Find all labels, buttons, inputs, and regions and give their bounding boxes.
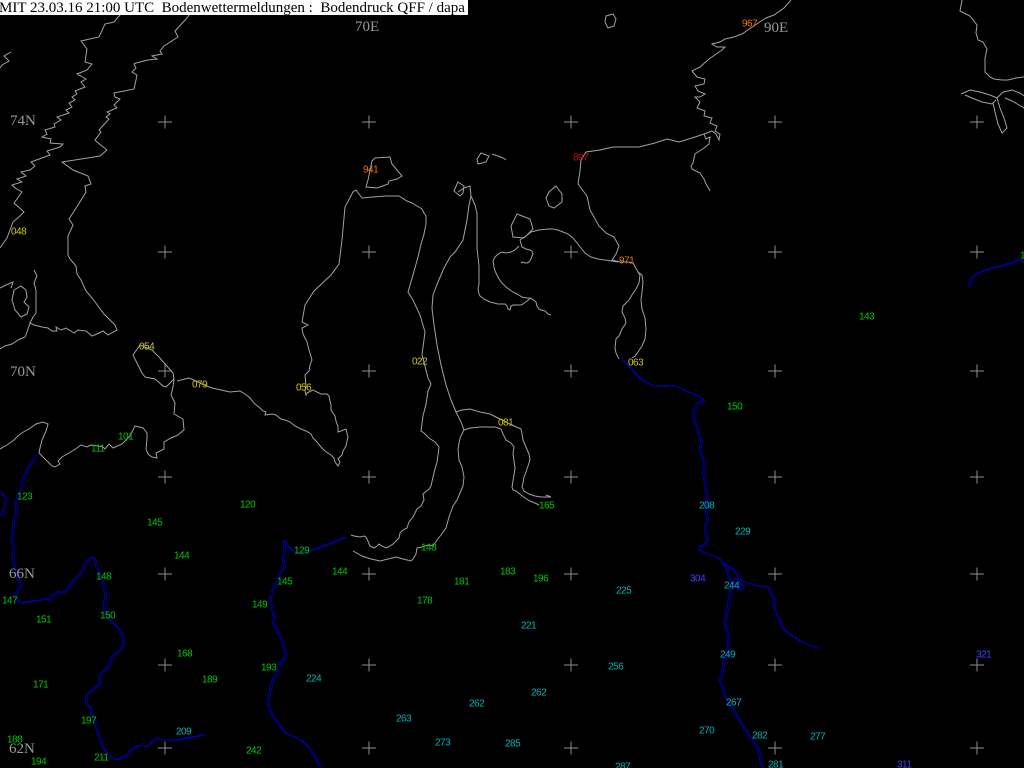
svg-text:281: 281 — [768, 760, 784, 768]
svg-text:304: 304 — [690, 574, 706, 585]
svg-text:90E: 90E — [764, 20, 788, 36]
svg-text:66N: 66N — [9, 566, 35, 582]
svg-text:147: 147 — [2, 596, 18, 607]
svg-text:144: 144 — [332, 567, 348, 578]
svg-text:287: 287 — [615, 762, 631, 768]
svg-text:242: 242 — [246, 746, 262, 757]
svg-text:145: 145 — [147, 518, 163, 529]
svg-text:101: 101 — [118, 432, 134, 443]
svg-text:70E: 70E — [355, 19, 379, 35]
svg-text:285: 285 — [505, 739, 521, 750]
svg-text:273: 273 — [435, 738, 451, 749]
svg-text:267: 267 — [726, 698, 742, 709]
svg-text:229: 229 — [735, 527, 751, 538]
svg-text:148: 148 — [421, 543, 437, 554]
svg-text:211: 211 — [94, 753, 109, 764]
svg-text:111: 111 — [91, 444, 106, 455]
svg-text:150: 150 — [727, 402, 743, 413]
svg-text:221: 221 — [521, 621, 537, 632]
svg-text:MIT 23.03.16 21:00 UTC Bodenw: MIT 23.03.16 21:00 UTC Bodenwettermeldun… — [0, 0, 465, 16]
svg-text:971: 971 — [619, 256, 635, 267]
svg-text:143: 143 — [859, 312, 875, 323]
svg-text:181: 181 — [454, 577, 470, 588]
svg-text:225: 225 — [616, 586, 632, 597]
svg-text:171: 171 — [33, 680, 49, 691]
svg-text:224: 224 — [306, 674, 322, 685]
svg-text:183: 183 — [500, 567, 516, 578]
svg-text:193: 193 — [261, 663, 277, 674]
svg-text:178: 178 — [417, 596, 433, 607]
svg-text:262: 262 — [531, 688, 547, 699]
svg-text:144: 144 — [174, 551, 190, 562]
svg-text:188: 188 — [7, 735, 23, 746]
svg-text:197: 197 — [81, 716, 97, 727]
svg-text:165: 165 — [539, 501, 555, 512]
svg-text:263: 263 — [396, 714, 412, 725]
svg-text:056: 056 — [296, 383, 312, 394]
svg-text:079: 079 — [192, 380, 208, 391]
svg-text:208: 208 — [699, 501, 715, 512]
svg-text:311: 311 — [897, 760, 912, 768]
svg-text:149: 149 — [252, 600, 268, 611]
svg-text:151: 151 — [36, 615, 52, 626]
svg-text:022: 022 — [412, 357, 428, 368]
svg-text:74N: 74N — [10, 113, 36, 129]
svg-text:262: 262 — [469, 699, 485, 710]
svg-text:967: 967 — [742, 19, 758, 30]
svg-text:168: 168 — [177, 649, 193, 660]
svg-text:148: 148 — [96, 572, 112, 583]
svg-text:196: 196 — [533, 574, 549, 585]
svg-text:14: 14 — [1020, 251, 1024, 262]
svg-text:282: 282 — [752, 731, 768, 742]
svg-text:277: 277 — [810, 732, 826, 743]
svg-text:120: 120 — [240, 500, 256, 511]
svg-text:209: 209 — [176, 727, 192, 738]
svg-text:249: 249 — [720, 650, 736, 661]
svg-text:256: 256 — [608, 662, 624, 673]
svg-text:70N: 70N — [10, 364, 36, 380]
svg-text:244: 244 — [724, 581, 740, 592]
svg-text:129: 129 — [294, 546, 310, 557]
svg-text:145: 145 — [277, 577, 293, 588]
svg-text:194: 194 — [31, 757, 47, 768]
svg-text:063: 063 — [628, 358, 644, 369]
svg-text:189: 189 — [202, 675, 218, 686]
svg-text:048: 048 — [11, 227, 27, 238]
svg-text:897: 897 — [573, 153, 589, 164]
svg-text:150: 150 — [100, 611, 116, 622]
svg-text:123: 123 — [17, 492, 33, 503]
svg-text:054: 054 — [139, 342, 155, 353]
svg-text:941: 941 — [363, 165, 379, 176]
svg-text:270: 270 — [699, 726, 715, 737]
svg-text:321: 321 — [976, 650, 992, 661]
svg-text:081: 081 — [498, 418, 514, 429]
